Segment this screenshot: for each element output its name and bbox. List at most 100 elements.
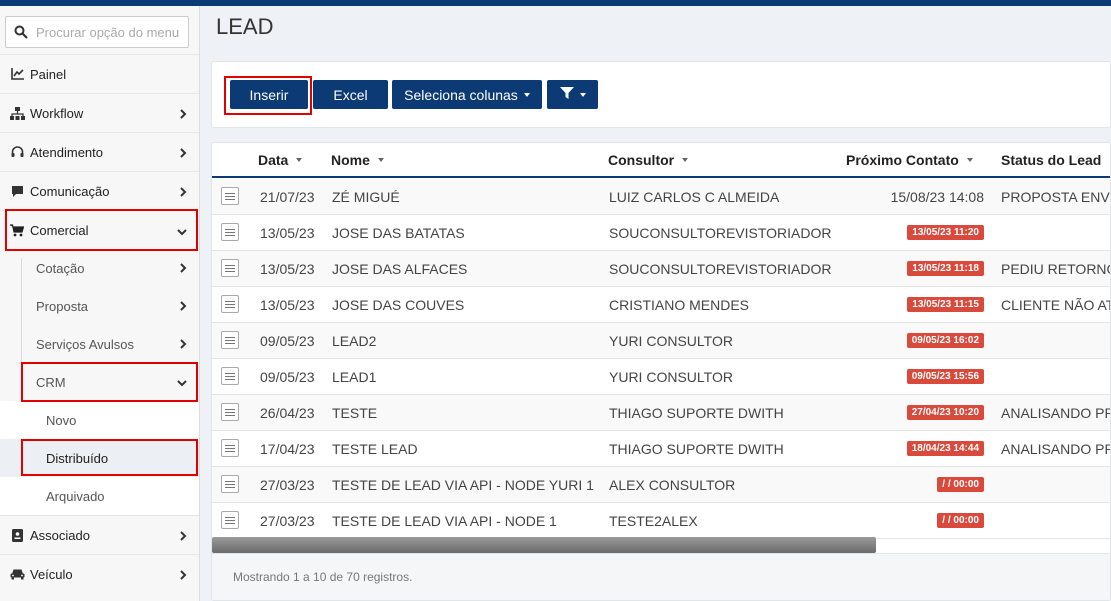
table-row[interactable]: 21/07/23 ZÉ MIGUÉ LUIZ CARLOS C ALMEIDA 15/…: [212, 179, 1110, 215]
table-row[interactable]: 27/03/23 TESTE DE LEAD VIA API - NODE YUR…: [212, 467, 1110, 503]
toolbar: Inserir Excel Seleciona colunas: [211, 61, 1111, 128]
row-detail-icon[interactable]: [221, 187, 239, 205]
cart-icon: [0, 223, 30, 237]
cell-consultor: THIAGO SUPORTE DWITH: [609, 405, 784, 421]
row-detail-icon[interactable]: [221, 295, 239, 313]
table-row[interactable]: 09/05/23 LEAD2 YURI CONSULTOR 09/05/23 16:0…: [212, 323, 1110, 359]
crm-item-distribuido[interactable]: Distribuído: [0, 439, 199, 477]
insert-button-label: Inserir: [249, 86, 289, 103]
table-row[interactable]: 17/04/23 TESTE LEAD THIAGO SUPORTE DWITH 18…: [212, 431, 1110, 467]
cell-consultor: YURI CONSULTOR: [609, 369, 733, 385]
column-header-proximo-contato[interactable]: Próximo Contato: [846, 152, 973, 168]
overdue-contact-badge: 18/04/23 14:44: [906, 441, 984, 456]
caret-down-icon: [523, 92, 530, 97]
sidebar-item-label: Workflow: [30, 105, 84, 121]
headset-icon: [0, 145, 30, 159]
sidebar-item-comunicacao[interactable]: Comunicação: [0, 171, 199, 210]
cell-status: ANALISANDO PR: [1001, 405, 1111, 421]
excel-button[interactable]: Excel: [313, 80, 388, 109]
submenu-item-label: CRM: [36, 374, 66, 390]
submenu-item-label: Cotação: [36, 260, 85, 276]
submenu-item-label: Proposta: [36, 298, 89, 314]
crm-item-arquivado[interactable]: Arquivado: [0, 477, 199, 515]
column-header-label: Data: [258, 152, 289, 168]
row-detail-icon[interactable]: [221, 259, 239, 277]
cell-data: 17/04/23: [260, 441, 315, 457]
submenu-item-crm[interactable]: CRM: [0, 363, 199, 401]
row-detail-icon[interactable]: [221, 331, 239, 349]
sidebar-item-label: Associado: [30, 527, 90, 543]
page-title: LEAD: [216, 14, 274, 39]
table-row[interactable]: 09/05/23 LEAD1 YURI CONSULTOR 09/05/23 15:5…: [212, 359, 1110, 395]
overdue-contact-badge: 13/05/23 11:18: [907, 261, 984, 276]
submenu-item-servicos-avulsos[interactable]: Serviços Avulsos: [0, 325, 199, 363]
sidebar-item-painel[interactable]: Painel: [0, 54, 199, 93]
cell-nome: JOSE DAS ALFACES: [332, 261, 468, 277]
submenu-item-label: Serviços Avulsos: [36, 336, 135, 352]
row-detail-icon[interactable]: [221, 475, 239, 493]
crm-item-label: Arquivado: [46, 488, 105, 504]
sidebar-item-associado[interactable]: Associado: [0, 515, 199, 554]
cell-nome: TESTE DE LEAD VIA API - NODE 1: [332, 513, 557, 529]
cell-consultor: TESTE2ALEX: [609, 513, 698, 529]
horizontal-scrollbar[interactable]: [212, 537, 876, 553]
sidebar-menu: Painel Workflow Atendimento Comunicação: [0, 54, 199, 593]
cell-data: 26/04/23: [260, 405, 315, 421]
search-icon: [6, 25, 36, 39]
select-columns-button[interactable]: Seleciona colunas: [392, 80, 542, 109]
excel-button-label: Excel: [333, 86, 368, 103]
submenu-item-cotacao[interactable]: Cotação: [0, 249, 199, 287]
submenu-item-proposta[interactable]: Proposta: [0, 287, 199, 325]
column-header-data[interactable]: Data: [258, 152, 303, 168]
row-detail-icon[interactable]: [221, 439, 239, 457]
cell-data: 13/05/23: [260, 261, 315, 277]
overdue-contact-badge: / / 00:00: [937, 477, 984, 492]
sort-caret-icon: [377, 158, 384, 162]
filter-button[interactable]: [547, 80, 598, 109]
cell-data: 13/05/23: [260, 225, 315, 241]
chevron-right-icon: [180, 299, 187, 314]
sidebar: Painel Workflow Atendimento Comunicação: [0, 6, 200, 601]
menu-search-box[interactable]: [5, 16, 189, 48]
cell-nome: JOSE DAS COUVES: [332, 297, 465, 313]
cell-nome: TESTE DE LEAD VIA API - NODE YURI 1: [332, 477, 594, 493]
overdue-contact-badge: 27/04/23 10:20: [906, 405, 984, 420]
sidebar-item-atendimento[interactable]: Atendimento: [0, 132, 199, 171]
table-row[interactable]: 13/05/23 JOSE DAS ALFACES SOUCONSULTOREVIS…: [212, 251, 1110, 287]
table-row[interactable]: 13/05/23 JOSE DAS BATATAS SOUCONSULTOREVIS…: [212, 215, 1110, 251]
caret-down-icon: [579, 92, 586, 97]
table-row[interactable]: 26/04/23 TESTE THIAGO SUPORTE DWITH 27/04/2…: [212, 395, 1111, 431]
cell-nome: LEAD2: [332, 333, 377, 349]
row-detail-icon[interactable]: [221, 367, 239, 385]
sidebar-item-workflow[interactable]: Workflow: [0, 93, 199, 132]
menu-search-input[interactable]: [36, 24, 184, 40]
crm-item-novo[interactable]: Novo: [0, 401, 199, 439]
table-row[interactable]: 27/03/23 TESTE DE LEAD VIA API - NODE 1 TE…: [212, 503, 1110, 539]
table-row[interactable]: 13/05/23 JOSE DAS COUVES CRISTIANO MENDES 1…: [212, 287, 1110, 323]
sort-caret-icon: [296, 158, 303, 162]
row-detail-icon[interactable]: [221, 223, 239, 241]
insert-button[interactable]: Inserir: [230, 80, 308, 109]
column-header-consultor[interactable]: Consultor: [608, 152, 689, 168]
cell-proximo-contato: 15/08/23 14:08: [890, 189, 984, 205]
sidebar-item-veiculo[interactable]: Veículo: [0, 554, 199, 593]
submenu-tree-line: [21, 258, 22, 384]
overdue-contact-badge: 09/05/23 15:56: [906, 369, 984, 384]
column-header-nome[interactable]: Nome: [331, 152, 384, 168]
crm-item-label: Novo: [46, 412, 77, 428]
column-header-label: Nome: [331, 152, 370, 168]
cell-data: 27/03/23: [260, 513, 315, 529]
column-header-label: Status do Lead: [1001, 152, 1102, 168]
sort-caret-icon: [682, 158, 689, 162]
cell-consultor: SOUCONSULTOREVISTORIADOR: [609, 261, 832, 277]
cell-data: 09/05/23: [260, 369, 315, 385]
row-detail-icon[interactable]: [221, 403, 239, 421]
column-header-status[interactable]: Status do Lead: [1001, 152, 1101, 168]
table-header: Data Nome Consultor Próximo Contato Stat…: [212, 143, 1110, 178]
cell-nome: LEAD1: [332, 369, 377, 385]
lead-table: Data Nome Consultor Próximo Contato Stat…: [211, 142, 1111, 601]
table-footer: Mostrando 1 a 10 de 70 registros.: [212, 553, 1110, 600]
cell-consultor: SOUCONSULTOREVISTORIADOR: [609, 225, 832, 241]
row-detail-icon[interactable]: [221, 511, 239, 529]
sidebar-item-comercial[interactable]: Comercial: [0, 210, 199, 249]
